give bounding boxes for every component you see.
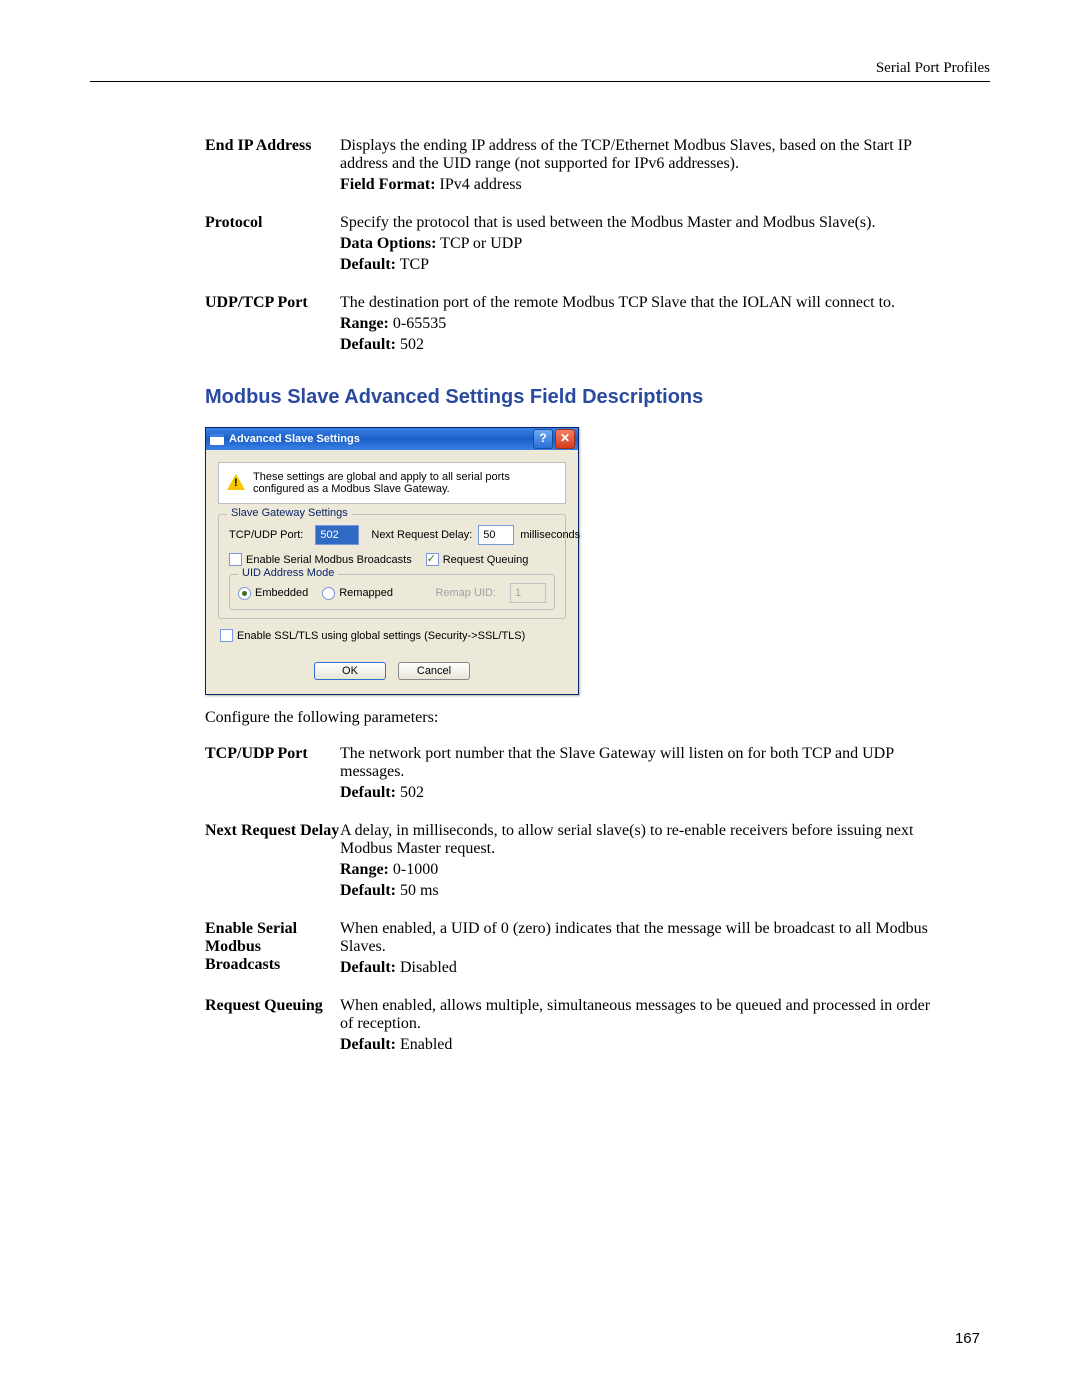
dialog-advanced-slave-settings: Advanced Slave Settings ? ✕ These settin… bbox=[205, 427, 579, 695]
field-table-1: End IP Address Displays the ending IP ad… bbox=[205, 137, 940, 354]
field-table-2: TCP/UDP Port The network port number tha… bbox=[205, 745, 940, 1054]
uid-mode-legend: UID Address Mode bbox=[238, 567, 338, 579]
term-protocol: Protocol bbox=[205, 214, 340, 274]
request-queuing-checkbox[interactable]: Request Queuing bbox=[426, 553, 529, 566]
slave-gateway-settings: Slave Gateway Settings TCP/UDP Port: Nex… bbox=[218, 514, 566, 619]
help-button[interactable]: ? bbox=[533, 429, 553, 449]
cancel-button[interactable]: Cancel bbox=[398, 662, 470, 680]
app-icon bbox=[210, 434, 224, 445]
tcpudp-port-label: TCP/UDP Port: bbox=[229, 529, 303, 541]
remap-uid-label: Remap UID: bbox=[435, 587, 496, 599]
desc: When enabled, a UID of 0 (zero) indicate… bbox=[340, 920, 940, 956]
term-tcp-udp-port: TCP/UDP Port bbox=[205, 745, 340, 802]
warning-icon bbox=[227, 474, 245, 490]
section-title: Modbus Slave Advanced Settings Field Des… bbox=[205, 386, 940, 409]
info-box: These settings are global and apply to a… bbox=[218, 462, 566, 504]
info-text: These settings are global and apply to a… bbox=[253, 471, 555, 495]
desc: When enabled, allows multiple, simultane… bbox=[340, 997, 940, 1033]
term-enable-serial-broadcasts: Enable Serial Modbus Broadcasts bbox=[205, 920, 340, 977]
ok-button[interactable]: OK bbox=[314, 662, 386, 680]
enable-broadcasts-checkbox[interactable]: Enable Serial Modbus Broadcasts bbox=[229, 553, 412, 566]
desc: A delay, in milliseconds, to allow seria… bbox=[340, 822, 940, 858]
milliseconds-label: milliseconds bbox=[520, 529, 580, 541]
term-udp-tcp-port: UDP/TCP Port bbox=[205, 294, 340, 354]
desc: The destination port of the remote Modbu… bbox=[340, 294, 940, 312]
uid-address-mode-group: UID Address Mode Embedded Remapped Remap… bbox=[229, 574, 555, 610]
header-text: Serial Port Profiles bbox=[90, 60, 990, 81]
next-request-delay-label: Next Request Delay: bbox=[371, 529, 472, 541]
term-request-queuing: Request Queuing bbox=[205, 997, 340, 1054]
tcpudp-port-input[interactable] bbox=[315, 525, 359, 545]
remap-uid-input bbox=[510, 583, 546, 603]
radio-embedded[interactable]: Embedded bbox=[238, 587, 308, 600]
desc: Specify the protocol that is used betwee… bbox=[340, 214, 940, 232]
titlebar: Advanced Slave Settings ? ✕ bbox=[206, 428, 578, 450]
radio-remapped[interactable]: Remapped bbox=[322, 587, 393, 600]
term-next-request-delay: Next Request Delay bbox=[205, 822, 340, 900]
desc: The network port number that the Slave G… bbox=[340, 745, 940, 781]
desc: Displays the ending IP address of the TC… bbox=[340, 137, 940, 173]
term-end-ip: End IP Address bbox=[205, 137, 340, 194]
enable-ssl-checkbox[interactable]: Enable SSL/TLS using global settings (Se… bbox=[220, 629, 525, 642]
configure-text: Configure the following parameters: bbox=[205, 709, 940, 727]
close-button[interactable]: ✕ bbox=[555, 429, 575, 449]
next-request-delay-input[interactable] bbox=[478, 525, 514, 545]
fieldset-legend: Slave Gateway Settings bbox=[227, 507, 352, 519]
page-number: 167 bbox=[955, 1330, 980, 1347]
window-title: Advanced Slave Settings bbox=[229, 433, 531, 445]
